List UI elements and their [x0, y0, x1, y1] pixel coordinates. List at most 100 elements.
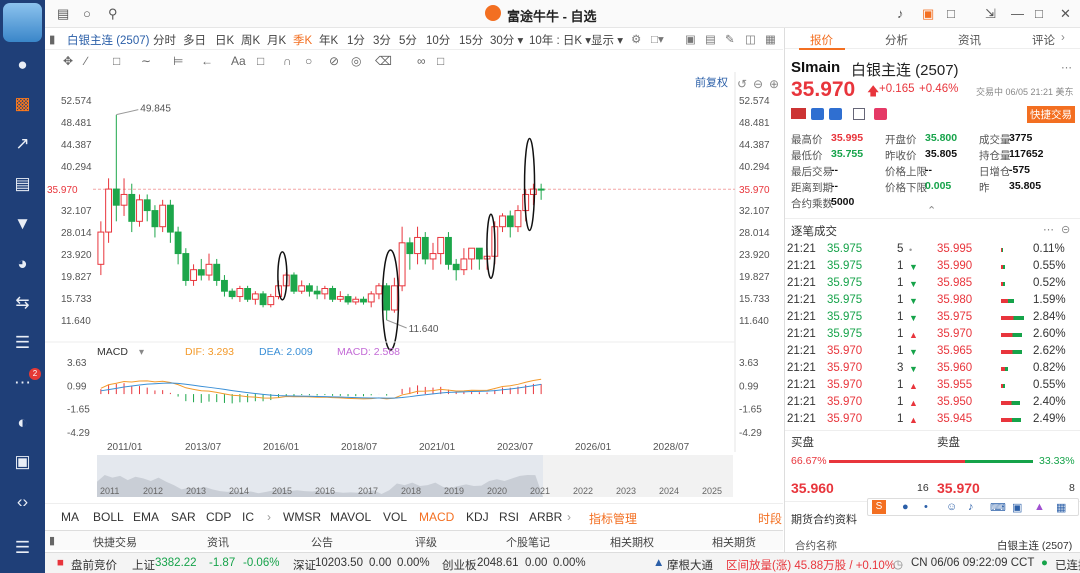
indicator-manage-button[interactable]: 指标管理: [589, 510, 637, 527]
more-icon[interactable]: ›: [267, 510, 271, 524]
quick-trade-button[interactable]: 快捷交易: [1027, 106, 1075, 123]
note-tool-icon[interactable]: □: [257, 54, 264, 68]
indicator-tab-active[interactable]: MACD: [419, 510, 454, 524]
indicator-tab[interactable]: IC: [242, 510, 254, 524]
collapse-icon[interactable]: ⇲: [985, 6, 996, 22]
tab-news[interactable]: 资讯: [958, 32, 981, 48]
period-tab[interactable]: 15分: [459, 32, 483, 48]
magnet-icon[interactable]: ∩: [283, 54, 292, 68]
period-tab[interactable]: 年K: [319, 32, 338, 48]
app-logo[interactable]: [3, 3, 42, 42]
period-tab[interactable]: 周K: [241, 32, 260, 48]
tab-analysis[interactable]: 分析: [885, 32, 908, 48]
collapse-icon[interactable]: ⌃: [927, 204, 936, 217]
indicator-tab[interactable]: BOLL: [93, 510, 124, 524]
bottom-tab[interactable]: 快捷交易: [93, 534, 137, 550]
more-icon[interactable]: ›: [567, 510, 571, 524]
ime-mode-icon[interactable]: ●: [902, 501, 909, 513]
bottom-tab[interactable]: 个股笔记: [506, 534, 550, 550]
eye-icon[interactable]: ◎: [351, 54, 361, 68]
period-dropdown[interactable]: 30分 ▾: [490, 32, 523, 48]
indicator-tab[interactable]: KDJ: [466, 510, 489, 524]
panel-toggle-icon[interactable]: ▮: [49, 32, 55, 46]
compare-icon[interactable]: ▤: [705, 32, 716, 46]
bell-icon[interactable]: ○: [83, 6, 91, 21]
chart-icon[interactable]: ▩: [12, 94, 33, 114]
exchange-icon[interactable]: ⇆: [12, 293, 33, 313]
wave-tool-icon[interactable]: ∼: [141, 54, 151, 68]
pen-icon[interactable]: ✎: [725, 32, 735, 46]
bottom-tab[interactable]: 公告: [311, 534, 333, 550]
trend-icon[interactable]: ↗: [12, 134, 33, 154]
shirt-icon[interactable]: □: [947, 6, 955, 21]
fib-tool-icon[interactable]: ⊨: [173, 54, 183, 68]
pie-icon[interactable]: ◕: [12, 254, 33, 274]
bottom-tab[interactable]: 相关期权: [610, 534, 654, 550]
doc-icon[interactable]: ☰: [12, 333, 33, 353]
maximize-icon[interactable]: □: [1035, 6, 1043, 21]
arrow-tool-icon[interactable]: ←: [201, 54, 213, 68]
ime-skin-icon[interactable]: ▣: [1012, 501, 1022, 514]
heart-icon[interactable]: [874, 108, 887, 120]
panel-icon[interactable]: ▮: [49, 534, 55, 547]
period-tab[interactable]: 月K: [267, 32, 286, 48]
move-icon[interactable]: ✥: [63, 54, 73, 68]
period-tab[interactable]: 日K: [215, 32, 234, 48]
ime-keyboard-icon[interactable]: ⌨: [990, 501, 1006, 514]
ime-logo-icon[interactable]: S: [872, 500, 886, 514]
minimize-icon[interactable]: —: [1011, 6, 1024, 21]
symbol-label[interactable]: 白银主连 (2507): [67, 32, 149, 48]
watchlist-icon[interactable]: ▤: [57, 6, 69, 22]
share-icon[interactable]: □: [437, 54, 444, 68]
ime-emoji-icon[interactable]: ☺: [946, 501, 957, 513]
bag-icon[interactable]: ▣: [922, 6, 934, 22]
ime-voice-icon[interactable]: ♪: [968, 501, 974, 513]
link-icon[interactable]: ∞: [417, 54, 426, 68]
more-icon[interactable]: ⋯: [1043, 223, 1054, 236]
indicator-tab[interactable]: WMSR: [283, 510, 321, 524]
period-tab[interactable]: 多日: [183, 32, 206, 48]
gear-icon[interactable]: ⚙: [631, 32, 641, 46]
close-icon[interactable]: ✕: [1060, 6, 1071, 22]
settings-icon[interactable]: ⊝: [1061, 223, 1070, 236]
bottom-tab[interactable]: 评级: [415, 534, 437, 550]
circle-icon[interactable]: ◐: [12, 413, 33, 433]
indicator-tab[interactable]: SAR: [171, 510, 196, 524]
session-button[interactable]: 时段: [758, 510, 782, 527]
lock-icon[interactable]: ○: [305, 54, 312, 68]
period-tab-active[interactable]: 季K: [293, 32, 312, 48]
kline-chart[interactable]: 52.574 52.574 48.481 48.481 44.387 44.387 40.2…: [45, 72, 783, 502]
user-icon[interactable]: ●: [12, 55, 33, 75]
line-tool-icon[interactable]: ∕: [85, 54, 87, 68]
app-icon[interactable]: [811, 108, 824, 120]
tab-comments[interactable]: 评论: [1032, 32, 1055, 48]
period-tab[interactable]: 3分: [373, 32, 391, 48]
more-icon[interactable]: ⋯: [1061, 61, 1072, 74]
game-icon[interactable]: ▣: [12, 452, 33, 472]
indicator-tab[interactable]: ARBR: [529, 510, 562, 524]
bottom-tab[interactable]: 资讯: [207, 534, 229, 550]
lightning-icon[interactable]: [829, 108, 842, 120]
hide-icon[interactable]: ⊘: [329, 54, 339, 68]
card-icon[interactable]: [853, 108, 865, 120]
indicator-tab[interactable]: MAVOL: [330, 510, 371, 524]
split-icon[interactable]: ◫: [745, 32, 756, 46]
indicator-tab[interactable]: MA: [61, 510, 79, 524]
grid-icon[interactable]: ▦: [765, 32, 776, 46]
ime-shirt-icon[interactable]: ▲: [1034, 501, 1045, 513]
filter-icon[interactable]: ▼: [12, 214, 33, 234]
more-icon[interactable]: ›: [1061, 32, 1065, 44]
indicator-tab[interactable]: CDP: [206, 510, 231, 524]
period-tab[interactable]: 分时: [153, 32, 176, 48]
indicator-tab[interactable]: EMA: [133, 510, 159, 524]
search-icon[interactable]: ⚲: [108, 6, 118, 22]
period-tab[interactable]: 10分: [426, 32, 450, 48]
tab-quote[interactable]: 报价: [810, 32, 833, 48]
ime-grid-icon[interactable]: ▦: [1056, 501, 1066, 514]
volume-alert[interactable]: 区间放量(涨) 45.88万股 / +0.10%: [726, 557, 895, 573]
delete-icon[interactable]: ⌫: [375, 54, 392, 68]
layout-icon[interactable]: □▾: [651, 32, 664, 46]
ime-punct-icon[interactable]: •: [924, 501, 928, 513]
ime-toolbar[interactable]: S ● • ☺ ♪ ⌨ ▣ ▲ ▦: [867, 498, 1079, 516]
rect-tool-icon[interactable]: □: [113, 54, 120, 68]
